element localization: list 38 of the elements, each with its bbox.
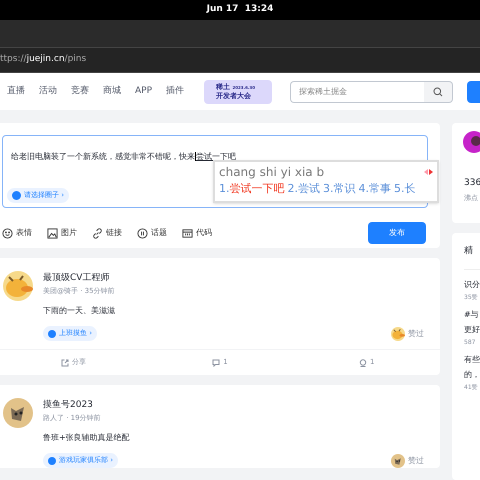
nav-link[interactable]: 插件 — [166, 84, 184, 98]
nav-link[interactable]: 商城 — [103, 84, 121, 98]
candidate-number: 1. — [219, 181, 230, 197]
url-bar[interactable]: ttps://juejin.cn/pins — [0, 53, 86, 67]
share-icon — [60, 358, 69, 366]
user-avatar-icon — [463, 131, 480, 153]
editor-tool[interactable]: 链接 — [92, 227, 130, 239]
ime-candidate[interactable]: 尝试一下吧 — [230, 181, 284, 198]
link-icon — [92, 228, 103, 238]
author-name[interactable]: 最顶级CV工程师 — [43, 271, 437, 285]
nav-link[interactable]: 直播 — [7, 84, 25, 98]
section-title: 精 — [464, 244, 474, 258]
image-icon — [47, 228, 58, 238]
post-body: 下雨的一天、美滋滋 — [43, 305, 116, 317]
editor-tool[interactable]: 图片 — [47, 227, 85, 239]
like-icon — [358, 358, 367, 366]
code-icon — [182, 228, 193, 238]
editor-tool[interactable]: 话题 — [137, 227, 175, 239]
comment-icon — [212, 358, 220, 366]
editor-tool[interactable]: 代码 — [182, 227, 220, 239]
post-body: 鲁班+张良辅助真是绝配 — [43, 432, 131, 444]
author-name[interactable]: 摸鱼号2023 — [43, 398, 437, 412]
publish-button[interactable]: 发布 — [368, 222, 426, 244]
smiley-icon — [2, 228, 13, 238]
candidate-number: 2. — [288, 181, 298, 197]
candidate-number: 4. — [358, 181, 369, 197]
liked-by-label: 赞过 — [408, 328, 424, 340]
candidate-number: 3. — [323, 181, 334, 197]
pinyin-text: chang shi yi xia b — [219, 164, 324, 181]
page-arrows-icon[interactable] — [424, 169, 433, 175]
candidate-number: 5. — [394, 181, 404, 197]
liked-by-label: 赞过 — [408, 454, 424, 466]
clock: Jun 17 13:24 — [206, 3, 274, 16]
topic-icon — [137, 228, 148, 238]
nav-link[interactable]: APP — [135, 84, 152, 98]
nav-link[interactable]: 竞赛 — [71, 84, 89, 98]
editor-tool[interactable]: 表情 — [2, 227, 40, 239]
nav-link[interactable]: 活动 — [39, 84, 57, 98]
